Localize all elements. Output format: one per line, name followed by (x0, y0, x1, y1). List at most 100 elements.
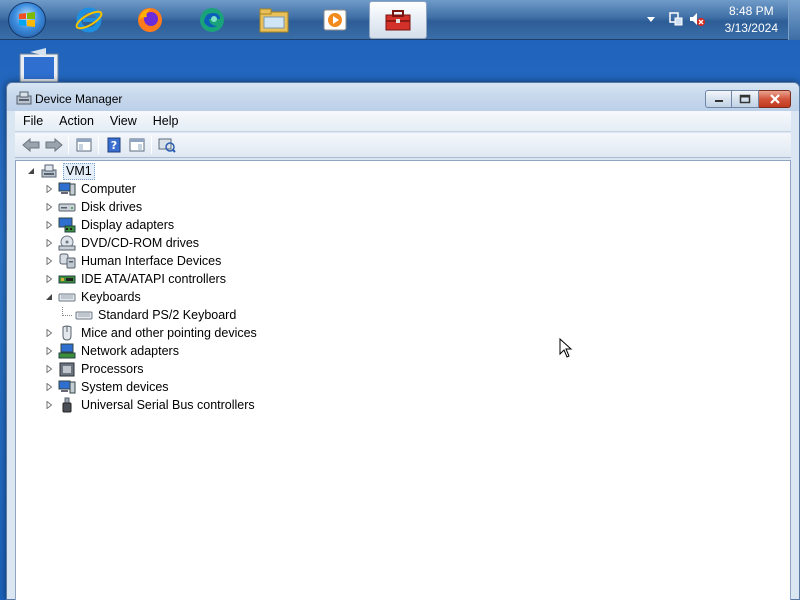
toolbar-separator (68, 136, 69, 154)
usb-icon (58, 397, 76, 413)
tree-child-label: Standard PS/2 Keyboard (98, 308, 237, 322)
restore-icon (739, 94, 751, 104)
taskbar-internet-explorer[interactable] (60, 1, 118, 39)
menu-view[interactable]: View (102, 114, 145, 128)
tree-item-label: Computer (81, 182, 136, 196)
device-manager-title-icon (16, 91, 32, 108)
tree-item-label: System devices (81, 380, 169, 394)
collapse-toggle-icon[interactable] (26, 167, 35, 176)
start-button[interactable] (8, 2, 46, 38)
tree-item-mouse[interactable]: Mice and other pointing devices (44, 324, 257, 342)
forward-arrow-icon (45, 138, 63, 152)
tree-item-label: DVD/CD-ROM drives (81, 236, 200, 250)
toolbar-separator (151, 136, 152, 154)
collapse-toggle-icon[interactable] (44, 293, 53, 302)
tree-item-label: Mice and other pointing devices (81, 326, 257, 340)
tree-item-processor[interactable]: Processors (44, 360, 144, 378)
clock[interactable]: 8:48 PM 3/13/2024 (725, 3, 778, 37)
taskbar: 8:48 PM 3/13/2024 (0, 0, 800, 40)
menu-bar: File Action View Help (15, 111, 791, 132)
taskbar-firefox[interactable] (121, 1, 179, 39)
clock-date: 3/13/2024 (724, 21, 778, 35)
tree-item-keyboard[interactable]: Keyboards (44, 288, 141, 306)
toolbar: ? (15, 133, 791, 158)
tree-item-label: Display adapters (81, 218, 175, 232)
hid-icon (58, 253, 76, 269)
expand-toggle-icon[interactable] (44, 365, 53, 374)
desktop-computer-icon[interactable] (16, 48, 64, 84)
show-hide-console-tree-button[interactable] (72, 134, 95, 156)
tree-item-dvd-drive[interactable]: DVD/CD-ROM drives (44, 234, 199, 252)
back-button[interactable] (19, 134, 42, 156)
tree-item-ide-controller[interactable]: IDE ATA/ATAPI controllers (44, 270, 226, 288)
help-button[interactable]: ? (102, 134, 125, 156)
window-title: Device Manager (35, 92, 123, 106)
expand-toggle-icon[interactable] (44, 185, 53, 194)
tree-child-item[interactable]: Standard PS/2 Keyboard (62, 306, 236, 324)
expand-toggle-icon[interactable] (44, 257, 53, 266)
tree-root[interactable]: VM1 (26, 162, 95, 180)
system-tray: 8:48 PM 3/13/2024 (640, 0, 800, 40)
expand-toggle-icon[interactable] (44, 203, 53, 212)
network-tray-icon[interactable] (668, 11, 684, 30)
taskbar-file-explorer[interactable] (245, 1, 303, 39)
maximize-button[interactable] (732, 90, 759, 108)
close-icon (769, 94, 780, 104)
expand-toggle-icon[interactable] (44, 347, 53, 356)
scan-hardware-icon (158, 138, 176, 153)
tree-item-computer[interactable]: Computer (44, 180, 136, 198)
display-adapter-icon (58, 217, 76, 233)
computer-icon (58, 181, 76, 197)
scan-hardware-changes-button[interactable] (155, 134, 178, 156)
tree-item-label: Human Interface Devices (81, 254, 222, 268)
menu-file[interactable]: File (15, 114, 51, 128)
tree-item-label: Disk drives (81, 200, 143, 214)
minimize-icon (714, 100, 723, 102)
firefox-icon (138, 8, 162, 32)
tree-item-label: Universal Serial Bus controllers (81, 398, 255, 412)
tree-item-network-adapter[interactable]: Network adapters (44, 342, 179, 360)
tree-item-system-device[interactable]: System devices (44, 378, 169, 396)
tray-expand-icon[interactable] (646, 12, 656, 26)
console-tree-icon (76, 138, 91, 152)
expand-toggle-icon[interactable] (44, 329, 53, 338)
taskbar-media-player[interactable] (306, 1, 364, 39)
tree-item-hid[interactable]: Human Interface Devices (44, 252, 221, 270)
keyboard-device-icon (75, 307, 93, 323)
taskbar-device-manager[interactable] (369, 1, 427, 39)
device-tree: VM1 Computer Disk drives Display adapters D… (15, 160, 791, 600)
ide-controller-icon (58, 271, 76, 287)
file-explorer-icon (259, 8, 289, 33)
tree-item-usb[interactable]: Universal Serial Bus controllers (44, 396, 255, 414)
tree-item-label: Keyboards (81, 290, 141, 304)
device-manager-window: Device Manager File Action View Help ? V… (6, 82, 800, 600)
tree-item-label: Network adapters (81, 344, 179, 358)
expand-toggle-icon[interactable] (44, 401, 53, 410)
tree-connector-line (62, 306, 72, 316)
properties-button[interactable] (125, 134, 148, 156)
media-player-icon (323, 9, 347, 31)
menu-help[interactable]: Help (145, 114, 187, 128)
mouse-icon (58, 325, 76, 341)
computer-root-icon (40, 163, 58, 179)
expand-toggle-icon[interactable] (44, 275, 53, 284)
tree-item-display-adapter[interactable]: Display adapters (44, 216, 174, 234)
caption-buttons (705, 90, 791, 108)
network-adapter-icon (58, 343, 76, 359)
taskbar-edge[interactable] (183, 1, 241, 39)
expand-toggle-icon[interactable] (44, 383, 53, 392)
expand-toggle-icon[interactable] (44, 221, 53, 230)
close-button[interactable] (759, 90, 791, 108)
menu-action[interactable]: Action (51, 114, 102, 128)
tree-item-disk-drive[interactable]: Disk drives (44, 198, 142, 216)
volume-muted-icon[interactable] (688, 11, 706, 30)
internet-explorer-icon (75, 7, 103, 33)
tree-item-label: IDE ATA/ATAPI controllers (81, 272, 226, 286)
forward-button[interactable] (42, 134, 65, 156)
expand-toggle-icon[interactable] (44, 239, 53, 248)
disk-drive-icon (58, 199, 76, 215)
title-bar[interactable]: Device Manager (7, 83, 799, 111)
minimize-button[interactable] (705, 90, 732, 108)
edge-icon (200, 8, 224, 32)
show-desktop-button[interactable] (788, 0, 800, 40)
